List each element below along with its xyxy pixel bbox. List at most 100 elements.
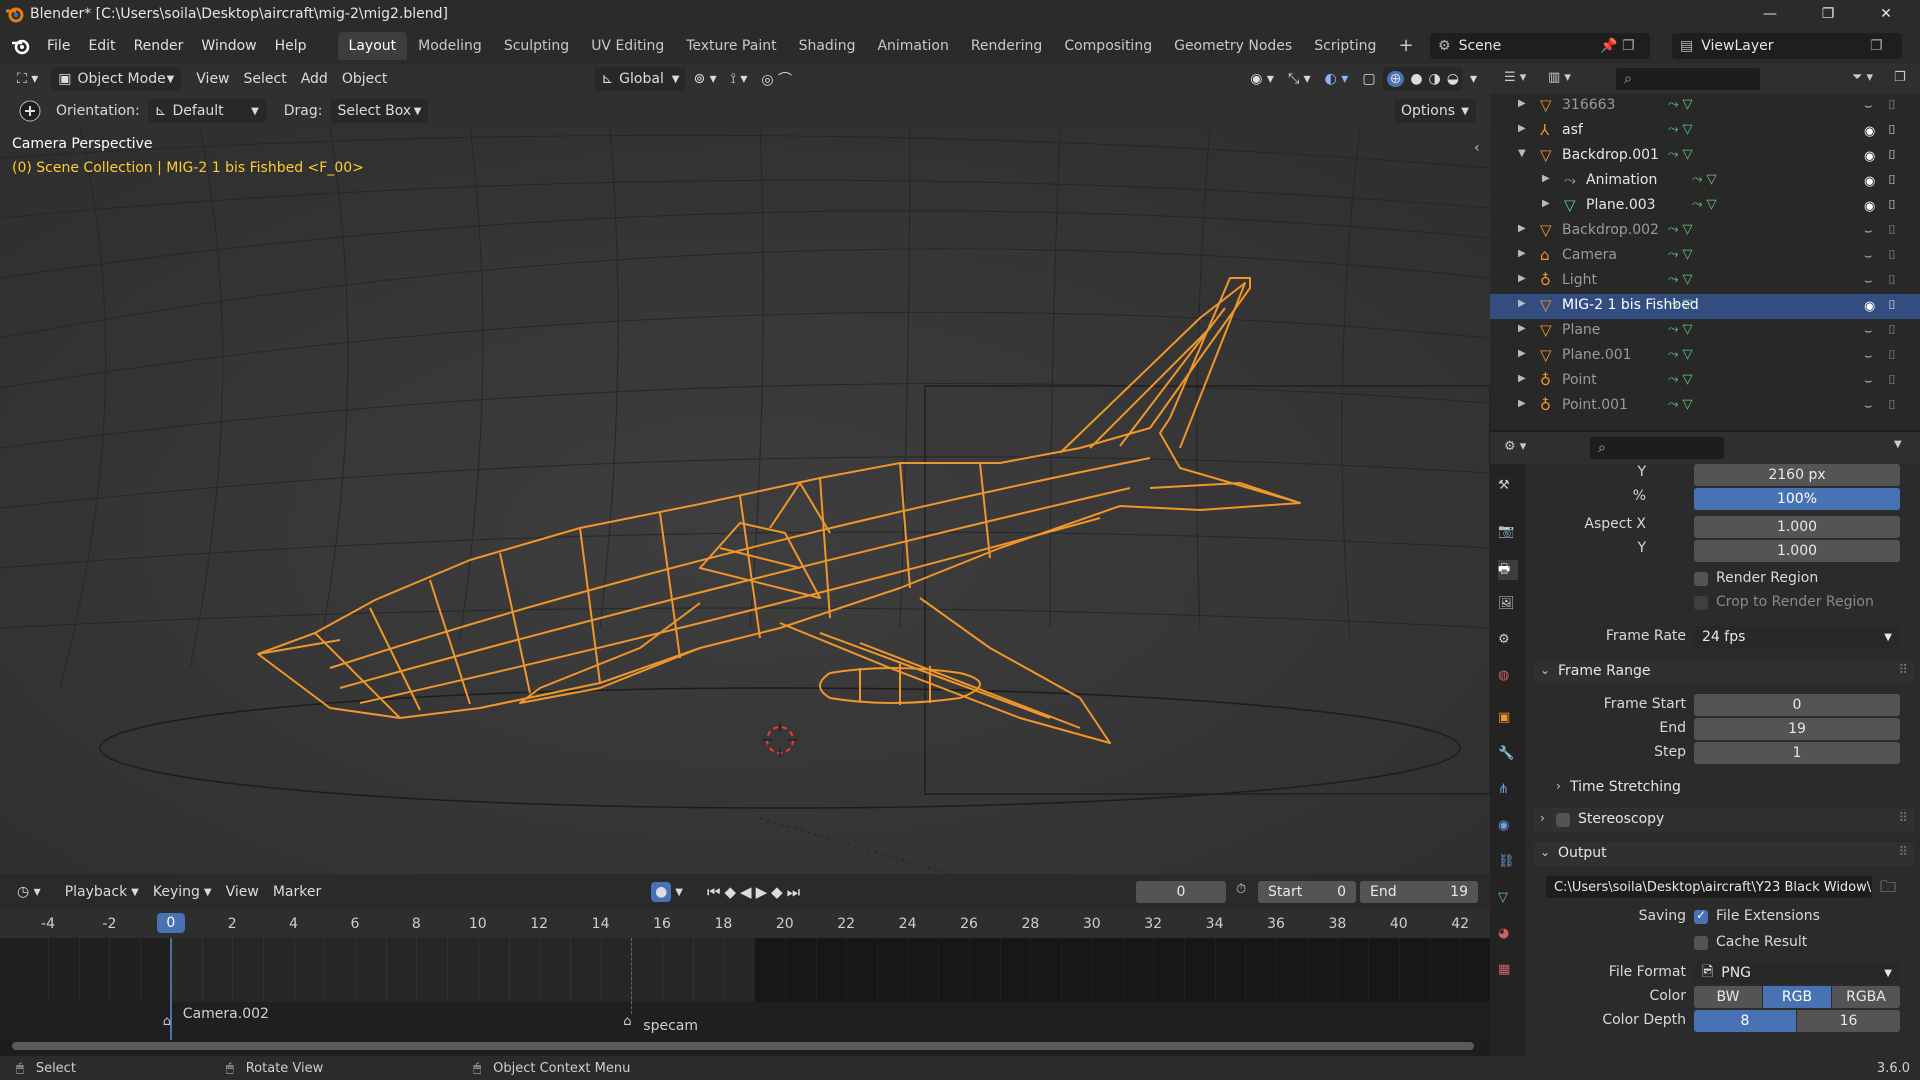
texture-tab-icon[interactable]: ▦ [1498,962,1518,982]
menu-marker[interactable]: Marker [266,880,328,904]
outliner-item[interactable]: ▶ ▽ 316663 ⤳ ▽ ⌣ ⌷ [1490,94,1920,119]
data-tab-icon[interactable]: ▽ [1498,890,1518,910]
render-camera-icon[interactable]: ⌷ [1888,398,1904,414]
eye-icon[interactable]: ◉ [1864,199,1882,214]
outliner-search-input[interactable]: ⌕ [1616,68,1760,90]
file-extensions-checkbox[interactable]: ✓ [1694,908,1708,924]
timeline-editor-type-button[interactable]: ◷ ▾ [10,880,48,904]
render-camera-icon[interactable]: ⌷ [1888,148,1904,164]
camera-marker-icon[interactable]: ⌂ [163,1014,171,1029]
next-keyframe-icon[interactable]: ◆ [771,883,787,901]
file-format-dropdown[interactable]: 🖻 PNG ▼ [1694,962,1900,984]
render-tab-icon[interactable]: 📷 [1498,524,1518,544]
timeline-body[interactable]: ⌂ Camera.002 ⌂ specam [0,938,1490,1040]
tab-uv-editing[interactable]: UV Editing [580,32,675,60]
frame-start-field[interactable]: 0 [1694,694,1900,716]
crop-region-checkbox[interactable] [1694,596,1708,610]
outliner-item[interactable]: ▶ ▽ Plane ⤳ ▽ ⌣ ⌷ [1490,319,1920,344]
menu-help[interactable]: Help [266,32,316,60]
timeline-ruler[interactable]: -4-2024681012141618202224262830323436384… [0,910,1490,938]
orientation-dropdown[interactable]: ⊾ Default ▼ [147,99,266,123]
outliner-item[interactable]: ▶ ⌂ Camera ⤳ ▽ ⌣ ⌷ [1490,244,1920,269]
3d-viewport[interactable]: Camera Perspective (0) Scene Collection … [0,128,1490,874]
new-scene-icon[interactable]: ❐ [1622,38,1635,54]
eye-icon[interactable]: ◉ [1864,149,1882,164]
constraints-tab-icon[interactable]: ⛓ [1498,854,1518,874]
view-layer-tab-icon[interactable]: 🖼 [1498,596,1518,616]
outliner-item[interactable]: ▶ ♁ Point.001 ⤳ ▽ ⌣ ⌷ [1490,394,1920,419]
drag-handle-icon[interactable]: ⠿ [1898,663,1908,678]
particles-tab-icon[interactable]: ⋔ [1498,782,1518,802]
render-camera-icon[interactable]: ⌷ [1888,323,1904,339]
outliner-item[interactable]: ▶ ▽ Plane.003 ⤳ ▽ ◉ ⌷ [1490,194,1920,219]
editor-type-button[interactable]: ⛶ ▾ [10,67,45,91]
tab-rendering[interactable]: Rendering [960,32,1054,60]
transform-orientation-dropdown[interactable]: ⊾ Global ▼ [594,67,687,91]
pin-icon[interactable]: 📌 [1600,38,1617,54]
render-camera-icon[interactable]: ⌷ [1888,298,1904,314]
timeline-scrollbar[interactable] [12,1042,1474,1050]
eye-closed-icon[interactable]: ⌣ [1864,399,1882,414]
scene-selector[interactable]: ⚙ Scene 📌 ❐ [1430,33,1650,59]
eye-closed-icon[interactable]: ⌣ [1864,374,1882,389]
eye-closed-icon[interactable]: ⌣ [1864,249,1882,264]
close-button[interactable]: ✕ [1858,0,1914,28]
aspect-y-field[interactable]: 1.000 [1694,540,1900,562]
stereoscopy-panel-header[interactable]: › Stereoscopy ⠿ [1534,808,1914,832]
collapsed-arrow-icon[interactable]: ▶ [1542,198,1550,209]
object-tab-icon[interactable]: ▣ [1498,710,1518,730]
active-tool-icon[interactable] [18,99,42,123]
outliner-item[interactable]: ▶ ▽ MIG-2 1 bis Fishbed ⤳ ▽ ◉ ⌷ [1490,294,1920,319]
render-camera-icon[interactable]: ⌷ [1888,223,1904,239]
object-mode-dropdown[interactable]: ▣ Object Mode ▼ [51,67,182,91]
add-workspace-icon[interactable]: + [1387,32,1424,60]
menu-edit[interactable]: Edit [79,32,124,60]
tab-scripting[interactable]: Scripting [1303,32,1387,60]
outliner-item[interactable]: ▶ ♁ Point ⤳ ▽ ⌣ ⌷ [1490,369,1920,394]
frame-step-field[interactable]: 1 [1694,742,1900,764]
tab-sculpting[interactable]: Sculpting [493,32,580,60]
frame-range-panel-header[interactable]: ⌄ Frame Range ⠿ [1534,660,1914,684]
collapsed-arrow-icon[interactable]: ▶ [1542,173,1550,184]
menu-object[interactable]: Object [335,67,395,91]
xray-icon[interactable]: ▢ [1355,67,1382,91]
drag-handle-icon[interactable]: ⠿ [1898,845,1908,860]
pivot-point-icon[interactable]: ⊚ ▾ [686,67,723,91]
eye-closed-icon[interactable]: ⌣ [1864,349,1882,364]
display-mode-icon[interactable]: ▥ ▾ [1548,70,1571,85]
output-path-input[interactable]: C:\Users\soila\Desktop\aircraft\Y23 Blac… [1546,876,1872,898]
color-rgb-option[interactable]: RGB [1763,986,1831,1008]
render-camera-icon[interactable]: ⌷ [1888,173,1904,189]
world-tab-icon[interactable]: ◍ [1498,668,1518,688]
collapsed-arrow-icon[interactable]: ▶ [1518,98,1526,109]
expanded-arrow-icon[interactable]: ▼ [1518,148,1526,159]
overlays-icon[interactable]: ◐ ▾ [1318,67,1356,91]
visibility-icon[interactable]: ◉ ▾ [1243,67,1281,91]
frame-end-field[interactable]: 19 [1694,718,1900,740]
collapsed-arrow-icon[interactable]: ▶ [1518,273,1526,284]
filter-icon[interactable]: ⏷ ▾ [1852,70,1873,85]
play-icon[interactable]: ▶ [756,883,772,901]
outliner-item[interactable]: ▶ ⅄ asf ⤳ ▽ ◉ ⌷ [1490,119,1920,144]
stopwatch-icon[interactable]: ⏱ [1236,882,1246,897]
outliner-item[interactable]: ▶ ⤳ Animation ⤳ ▽ ◉ ⌷ [1490,169,1920,194]
material-tab-icon[interactable]: ◕ [1498,926,1518,946]
collapsed-arrow-icon[interactable]: ▶ [1518,123,1526,134]
new-collection-icon[interactable]: ❐ [1894,70,1906,85]
tool-tab-icon[interactable]: ⚒ [1498,478,1518,498]
frame-rate-dropdown[interactable]: 24 fps ▼ [1694,626,1900,648]
play-reverse-icon[interactable]: ◀ [740,883,756,901]
outliner-item[interactable]: ▶ ▽ Plane.001 ⤳ ▽ ⌣ ⌷ [1490,344,1920,369]
percent-field[interactable]: 100% [1694,488,1900,510]
menu-select[interactable]: Select [237,67,294,91]
tab-animation[interactable]: Animation [866,32,959,60]
output-tab-icon[interactable]: 🖶 [1498,560,1518,580]
outliner-item[interactable]: ▶ ▽ Backdrop.002 ⤳ ▽ ⌣ ⌷ [1490,219,1920,244]
prev-keyframe-icon[interactable]: ◆ [724,883,740,901]
scene-tab-icon[interactable]: ⚙ [1498,632,1518,652]
view-layer-selector[interactable]: ▤ ViewLayer ❐ [1672,33,1902,59]
eye-icon[interactable]: ◉ [1864,174,1882,189]
modifiers-tab-icon[interactable]: 🔧 [1498,746,1518,766]
render-region-checkbox[interactable] [1694,572,1708,586]
menu-file[interactable]: File [38,32,79,60]
